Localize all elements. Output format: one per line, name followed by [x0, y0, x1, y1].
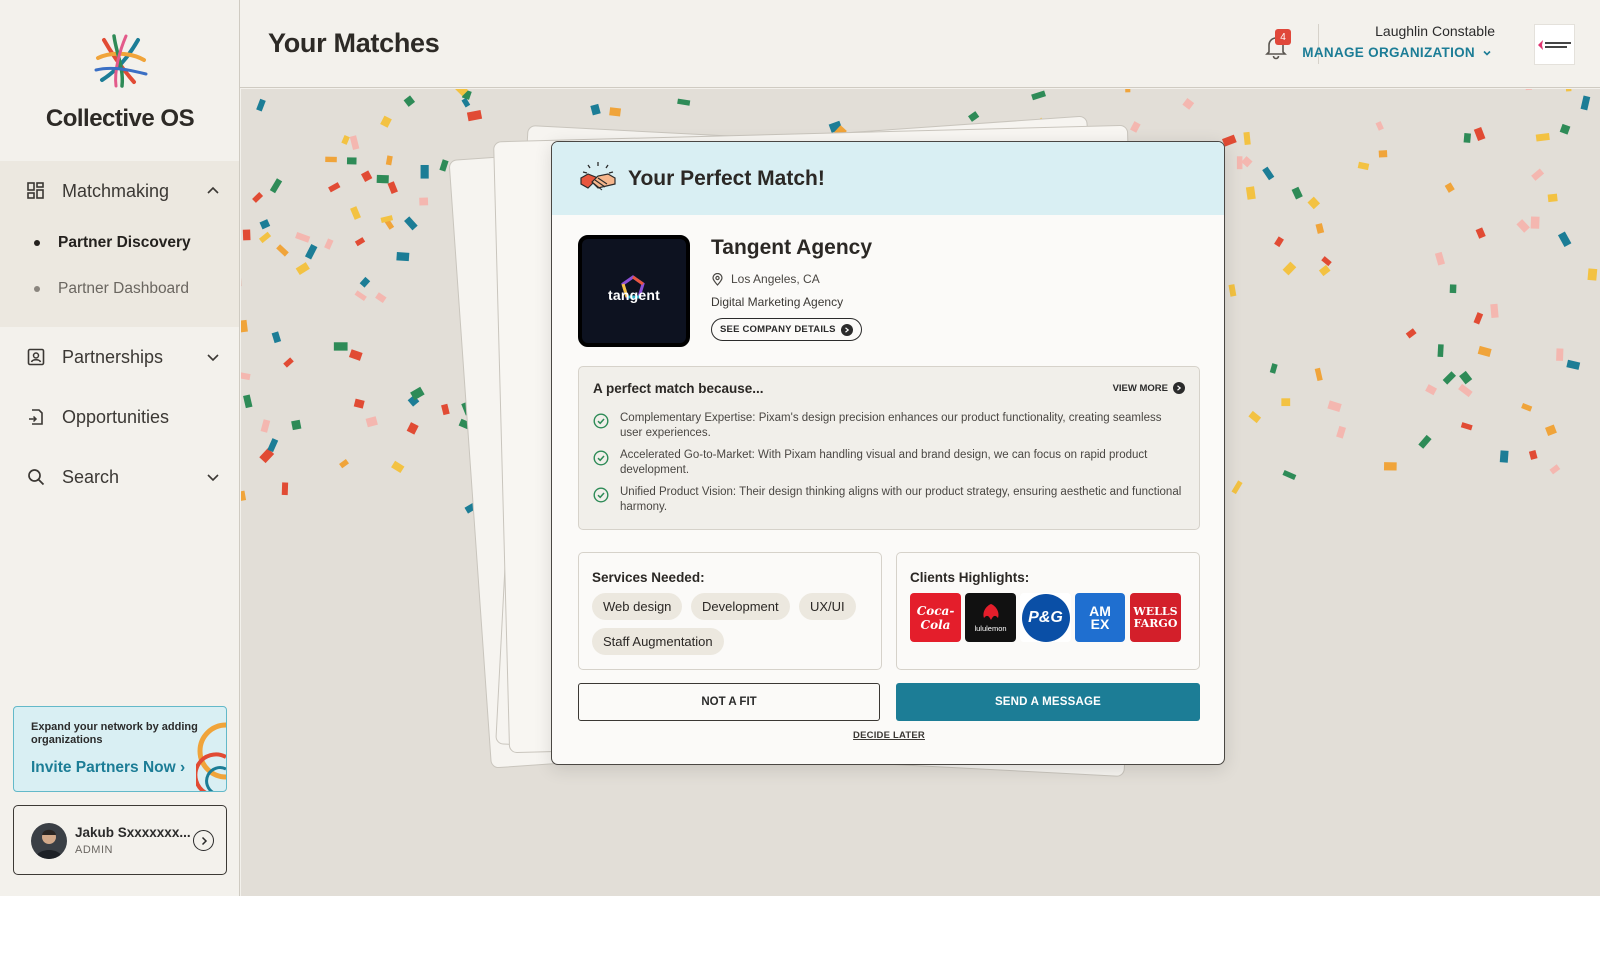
reasons-title: A perfect match because...: [593, 381, 764, 396]
sidebar-item-label: Matchmaking: [62, 180, 170, 201]
agency-location: Los Angeles, CA: [711, 272, 820, 286]
see-company-details-button[interactable]: SEE COMPANY DETAILS: [711, 318, 862, 341]
services-needed-box: Services Needed: Web design Development …: [578, 552, 882, 670]
service-chip: Staff Augmentation: [592, 628, 724, 655]
sidebar: Collective OS Matchmaking Partner Discov…: [0, 0, 240, 896]
sidebar-subitem-partner-dashboard[interactable]: Partner Dashboard: [34, 280, 189, 298]
client-logo-cocacola: Coca-Cola: [910, 593, 961, 642]
agency-name: Tangent Agency: [711, 236, 873, 259]
agency-type: Digital Marketing Agency: [711, 295, 844, 309]
arrow-right-circle-icon: [1173, 382, 1185, 394]
service-chip: UX/UI: [799, 593, 856, 620]
chevron-down-icon: [207, 474, 219, 482]
reason-item: Complementary Expertise: Pixam's design …: [593, 411, 1183, 441]
match-reasons-box: A perfect match because... VIEW MORE Com…: [578, 366, 1200, 530]
client-logo-pg: P&G: [1020, 593, 1071, 642]
app-window: Collective OS Matchmaking Partner Discov…: [0, 0, 1600, 896]
laughlin-constable-logo-icon: [1537, 39, 1571, 50]
export-doc-icon: [26, 407, 46, 427]
sidebar-item-partnerships[interactable]: Partnerships: [26, 342, 222, 372]
location-pin-icon: [712, 272, 723, 286]
invite-partners-link[interactable]: Invite Partners Now ›: [31, 759, 185, 777]
check-circle-icon: [593, 450, 609, 466]
reason-text: Accelerated Go-to-Market: With Pixam han…: [620, 449, 1148, 476]
agency-logo-text: tangent: [608, 287, 660, 303]
check-circle-icon: [593, 413, 609, 429]
bullet-dot: [34, 286, 40, 292]
org-user-name: Laughlin Constable: [1375, 23, 1495, 39]
lululemon-mark-icon: [982, 604, 999, 620]
agency-location-text: Los Angeles, CA: [731, 272, 820, 286]
search-icon: [26, 467, 46, 487]
client-logo-wellsfargo: WELLS FARGO: [1130, 593, 1181, 642]
match-heading: Your Perfect Match!: [628, 167, 825, 190]
match-card: Your Perfect Match! tangent Tangent Agen…: [551, 141, 1225, 765]
chevron-right-circle-icon[interactable]: [193, 830, 214, 851]
chevron-down-icon: [207, 354, 219, 362]
service-chip: Development: [691, 593, 790, 620]
reason-item: Unified Product Vision: Their design thi…: [593, 485, 1183, 515]
notification-badge: 4: [1275, 29, 1291, 45]
handshake-icon: [580, 162, 616, 191]
bullet-dot: [34, 240, 40, 246]
invite-partners-card[interactable]: Expand your network by adding organizati…: [13, 706, 227, 792]
sidebar-item-label: Search: [62, 466, 120, 487]
sidebar-subitem-label: Partner Discovery: [58, 234, 191, 251]
match-card-header: Your Perfect Match!: [552, 142, 1224, 215]
check-circle-icon: [593, 487, 609, 503]
sidebar-item-opportunities[interactable]: Opportunities: [26, 402, 222, 432]
view-more-button[interactable]: VIEW MORE: [1113, 382, 1185, 394]
chevron-up-icon: [207, 186, 219, 194]
brand-name: Collective OS: [45, 105, 195, 132]
sidebar-subitem-partner-discovery[interactable]: Partner Discovery: [34, 234, 191, 252]
clients-title: Clients Highlights:: [910, 570, 1030, 585]
sidebar-subitem-label: Partner Dashboard: [58, 280, 189, 297]
chevron-down-icon: [1483, 50, 1491, 56]
not-a-fit-button[interactable]: NOT A FIT: [578, 683, 880, 721]
reason-item: Accelerated Go-to-Market: With Pixam han…: [593, 448, 1183, 478]
client-logo-amex: AM EX: [1075, 593, 1125, 642]
arrow-right-circle-icon: [840, 323, 853, 336]
sidebar-item-label: Opportunities: [62, 406, 170, 427]
top-header: Your Matches 4 Laughlin Constable MANAGE…: [240, 0, 1600, 88]
sidebar-item-label: Partnerships: [62, 346, 164, 367]
collective-logo-icon: [94, 34, 148, 88]
reason-text: Unified Product Vision: Their design thi…: [620, 486, 1182, 513]
brand-logo[interactable]: Collective OS: [0, 30, 240, 133]
org-logo[interactable]: [1534, 24, 1575, 65]
user-role: ADMIN: [75, 844, 113, 856]
user-profile-card[interactable]: Jakub Sxxxxxxx... ADMIN: [13, 805, 227, 875]
decorative-arcs-icon: [196, 722, 226, 791]
page-title: Your Matches: [268, 28, 440, 58]
manage-organization-dropdown[interactable]: MANAGE ORGANIZATION: [1302, 45, 1492, 60]
avatar: [31, 823, 67, 859]
grid-icon: [26, 181, 46, 201]
sidebar-item-matchmaking[interactable]: Matchmaking: [26, 176, 222, 206]
client-logo-lululemon: lululemon: [965, 593, 1016, 642]
user-name: Jakub Sxxxxxxx...: [75, 825, 191, 840]
client-highlights-box: Clients Highlights: Coca-Cola lululemon …: [896, 552, 1200, 670]
agency-logo: tangent: [578, 235, 690, 347]
id-card-icon: [26, 347, 46, 367]
invite-text: Expand your network by adding organizati…: [31, 721, 198, 746]
send-message-button[interactable]: SEND A MESSAGE: [896, 683, 1200, 721]
reason-text: Complementary Expertise: Pixam's design …: [620, 412, 1162, 439]
services-title: Services Needed:: [592, 570, 705, 585]
decide-later-link[interactable]: DECIDE LATER: [552, 730, 1224, 741]
service-chip: Web design: [592, 593, 683, 620]
sidebar-item-search[interactable]: Search: [26, 462, 222, 492]
